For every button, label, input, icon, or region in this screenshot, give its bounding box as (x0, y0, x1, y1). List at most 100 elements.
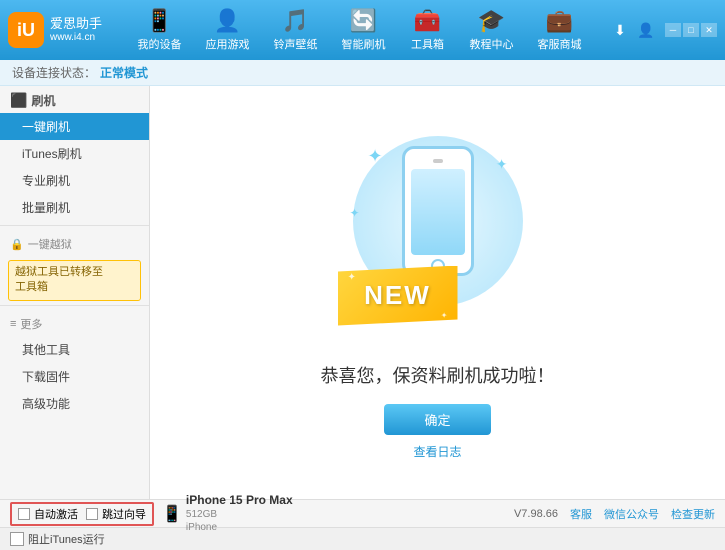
success-illustration: ✦ ✦ ✦ NEW ✦ ✦ (318, 126, 558, 346)
logo-sub: www.i4.cn (50, 32, 102, 44)
sidebar-jailbreak-label: 一键越狱 (28, 236, 72, 252)
sidebar-flash-label: 刷机 (31, 92, 55, 109)
wechat-link[interactable]: 微信公众号 (604, 506, 659, 522)
new-ribbon-wrap: NEW ✦ ✦ (338, 266, 458, 326)
sidebar-jailbreak-section: 🔒 一键越狱 (0, 230, 149, 256)
nav-my-device[interactable]: 📱 我的设备 (126, 2, 194, 58)
nav-apps-games-label: 应用游戏 (206, 36, 250, 52)
nav-smart-flash[interactable]: 🔄 智能刷机 (330, 2, 398, 58)
phone-screen (411, 169, 465, 255)
more-icon: ≡ (10, 318, 16, 330)
nav-service[interactable]: 💼 客服商城 (526, 2, 594, 58)
logo-text: 爱思助手 www.i4.cn (50, 16, 102, 44)
sidebar-item-pro-flash[interactable]: 专业刷机 (0, 167, 149, 194)
toolbox-icon: 🧰 (414, 8, 441, 34)
auto-activate-checkbox[interactable] (18, 508, 30, 520)
download-btn[interactable]: ⬇ (609, 19, 631, 41)
main-layout: ⬛ 刷机 一键刷机 iTunes刷机 专业刷机 批量刷机 🔒 一键越狱 越狱工具… (0, 86, 725, 499)
nav-ringtones[interactable]: 🎵 铃声壁纸 (262, 2, 330, 58)
nav-toolbox[interactable]: 🧰 工具箱 (398, 2, 458, 58)
user-btn[interactable]: 👤 (635, 19, 657, 41)
device-type: iPhone (186, 521, 293, 534)
device-section: 自动激活 跳过向导 📱 iPhone 15 Pro Max 512GB iPho… (10, 493, 506, 535)
service-icon: 💼 (546, 8, 573, 34)
log-link[interactable]: 查看日志 (413, 443, 461, 460)
sidebar-download-firmware-label: 下载固件 (22, 370, 70, 384)
top-bar: iU 爱思助手 www.i4.cn 📱 我的设备 👤 应用游戏 🎵 铃声壁纸 🔄… (0, 0, 725, 60)
auto-activate-label: 自动激活 (34, 506, 78, 522)
ribbon-star-1: ✦ (348, 272, 356, 283)
confirm-button[interactable]: 确定 (384, 404, 490, 435)
status-prefix: 设备连接状态： (12, 64, 96, 81)
version-label: V7.98.66 (514, 508, 558, 520)
maximize-btn[interactable]: □ (683, 23, 699, 37)
sidebar-item-advanced[interactable]: 高级功能 (0, 390, 149, 417)
itunes-checkbox[interactable] (10, 532, 24, 546)
auto-activate-item[interactable]: 自动激活 (18, 506, 78, 522)
sidebar-more-label: 更多 (20, 316, 42, 332)
sidebar-batch-flash-label: 批量刷机 (22, 201, 70, 215)
logo-name: 爱思助手 (50, 16, 102, 32)
sidebar: ⬛ 刷机 一键刷机 iTunes刷机 专业刷机 批量刷机 🔒 一键越狱 越狱工具… (0, 86, 150, 499)
sidebar-advanced-label: 高级功能 (22, 397, 70, 411)
sidebar-item-batch-flash[interactable]: 批量刷机 (0, 194, 149, 221)
minimize-btn[interactable]: ─ (665, 23, 681, 37)
device-phone-icon: 📱 (162, 504, 182, 524)
status-bar: 设备连接状态： 正常模式 (0, 60, 725, 86)
jailbreak-notice-text: 越狱工具已转移至工具箱 (15, 266, 103, 293)
my-device-icon: 📱 (146, 8, 173, 34)
sidebar-itunes-flash-label: iTunes刷机 (22, 147, 82, 161)
ringtones-icon: 🎵 (282, 8, 309, 34)
nav-tutorial[interactable]: 🎓 教程中心 (458, 2, 526, 58)
sidebar-item-itunes-flash[interactable]: iTunes刷机 (0, 140, 149, 167)
nav-toolbox-label: 工具箱 (411, 36, 444, 52)
guide-checkbox[interactable] (86, 508, 98, 520)
nav-ringtones-label: 铃声壁纸 (274, 36, 318, 52)
new-badge-text: NEW (364, 280, 431, 311)
guide-item[interactable]: 跳过向导 (86, 506, 146, 522)
win-controls: ─ □ ✕ (665, 23, 717, 37)
nav-service-label: 客服商城 (538, 36, 582, 52)
smart-flash-icon: 🔄 (350, 8, 377, 34)
apps-games-icon: 👤 (214, 8, 241, 34)
sparkle-right: ✦ (496, 156, 508, 173)
guide-label: 跳过向导 (102, 506, 146, 522)
sidebar-pro-flash-label: 专业刷机 (22, 174, 70, 188)
device-info: 📱 iPhone 15 Pro Max 512GB iPhone (162, 493, 293, 535)
content-area: ✦ ✦ ✦ NEW ✦ ✦ 恭喜您，保资料刷机成功啦！ 确定 查看日志 (150, 86, 725, 499)
sidebar-jailbreak-notice: 越狱工具已转移至工具箱 (8, 260, 141, 301)
sidebar-other-tools-label: 其他工具 (22, 343, 70, 357)
customer-service-link[interactable]: 客服 (570, 506, 592, 522)
itunes-bar-label: 阻止iTunes运行 (28, 531, 105, 547)
phone-device (402, 146, 474, 276)
nav-apps-games[interactable]: 👤 应用游戏 (194, 2, 262, 58)
bottom-bar: 自动激活 跳过向导 📱 iPhone 15 Pro Max 512GB iPho… (0, 499, 725, 527)
close-btn[interactable]: ✕ (701, 23, 717, 37)
tutorial-icon: 🎓 (478, 8, 505, 34)
success-title: 恭喜您，保资料刷机成功啦！ (321, 362, 555, 388)
new-ribbon: NEW ✦ ✦ (338, 266, 458, 326)
sidebar-item-other-tools[interactable]: 其他工具 (0, 336, 149, 363)
phone-camera (433, 159, 443, 163)
top-right: ⬇ 👤 ─ □ ✕ (609, 19, 717, 41)
nav-tutorial-label: 教程中心 (470, 36, 514, 52)
device-name: iPhone 15 Pro Max (186, 493, 293, 509)
logo-icon: iU (8, 12, 44, 48)
lock-icon: 🔒 (10, 238, 24, 251)
bottom-right: V7.98.66 客服 微信公众号 检查更新 (514, 506, 715, 522)
sidebar-divider-2 (0, 305, 149, 306)
status-mode: 正常模式 (100, 64, 148, 81)
device-storage: 512GB (186, 508, 293, 521)
nav-items: 📱 我的设备 👤 应用游戏 🎵 铃声壁纸 🔄 智能刷机 🧰 工具箱 🎓 教程中心… (118, 2, 601, 58)
sidebar-item-one-click-flash[interactable]: 一键刷机 (0, 113, 149, 140)
checkbox-area: 自动激活 跳过向导 (10, 502, 154, 526)
sidebar-item-download-firmware[interactable]: 下载固件 (0, 363, 149, 390)
sparkle-mid: ✦ (350, 206, 360, 220)
device-name-block: iPhone 15 Pro Max 512GB iPhone (186, 493, 293, 535)
nav-my-device-label: 我的设备 (138, 36, 182, 52)
nav-smart-flash-label: 智能刷机 (342, 36, 386, 52)
sparkle-left: ✦ (368, 146, 383, 167)
logo: iU 爱思助手 www.i4.cn (8, 12, 118, 48)
ribbon-star-2: ✦ (441, 311, 448, 320)
check-update-link[interactable]: 检查更新 (671, 506, 715, 522)
